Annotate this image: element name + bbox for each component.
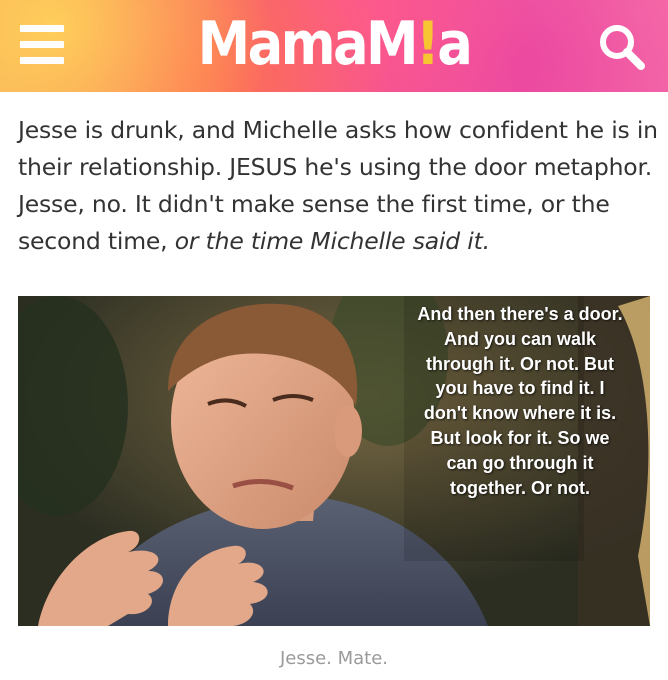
article-paragraph: Jesse is drunk, and Michelle asks how co… xyxy=(18,112,658,260)
article-paragraph-italic: or the time Michelle said it. xyxy=(174,227,490,255)
site-logo[interactable]: MamaM!a xyxy=(40,8,628,80)
search-icon[interactable] xyxy=(597,22,647,72)
site-header: MamaM!a xyxy=(0,0,668,92)
image-caption: Jesse. Mate. xyxy=(279,648,389,669)
image-overlay-quote: And then there's a door. And you can wal… xyxy=(417,304,623,498)
logo-accent-mark: ! xyxy=(415,9,440,79)
logo-main-text: MamaM xyxy=(197,9,419,79)
logo-end-text: a xyxy=(437,9,473,79)
article-photo: And then there's a door. And you can wal… xyxy=(18,296,650,626)
